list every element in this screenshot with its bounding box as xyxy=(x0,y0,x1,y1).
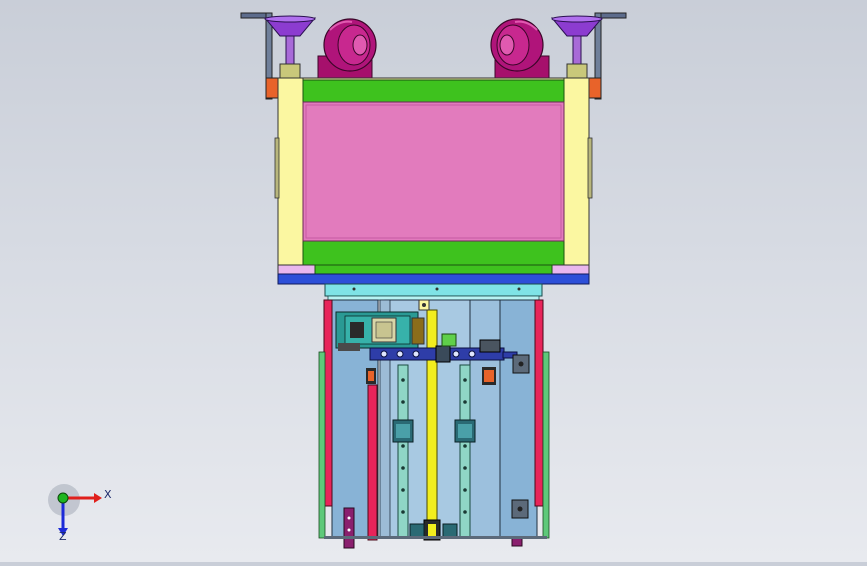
top-green-rail xyxy=(302,79,565,103)
rail-hole xyxy=(463,466,467,470)
right-caster-wheel xyxy=(490,18,550,81)
rail-hole xyxy=(401,466,405,470)
center-pink-panel xyxy=(302,101,565,242)
inner-red-bar xyxy=(367,384,378,541)
z-axis-label: Z xyxy=(59,530,67,543)
cad-viewport[interactable]: X Z xyxy=(0,0,867,562)
servo-motor xyxy=(335,311,425,351)
rail-hole xyxy=(463,400,467,404)
rail-hole xyxy=(463,510,467,514)
bottom-green-rail xyxy=(302,240,565,266)
y-axis-dot xyxy=(57,492,69,504)
right-green-strip xyxy=(542,351,550,539)
left-caster-wheel xyxy=(317,18,377,81)
right-gray-block xyxy=(511,499,529,519)
bottom-left-purple-post xyxy=(343,507,355,549)
x-axis-arrowhead xyxy=(94,493,102,503)
machine-assembly-drawing: X Z xyxy=(48,12,627,549)
rail-hole xyxy=(401,510,405,514)
lower-body-base xyxy=(324,536,547,539)
bottom-right-stub xyxy=(511,537,523,547)
cyan-mount-plate xyxy=(324,283,543,301)
rail-hole xyxy=(401,400,405,404)
left-green-strip xyxy=(318,351,326,539)
rail-hole xyxy=(401,488,405,492)
rail-hole xyxy=(463,488,467,492)
rail-hole xyxy=(401,444,405,448)
rail-hole xyxy=(401,378,405,382)
x-axis-label: X xyxy=(104,488,112,501)
right-gray-bracket xyxy=(512,354,530,374)
base-plate xyxy=(277,264,590,285)
rail-hole xyxy=(463,444,467,448)
right-red-strip xyxy=(534,299,544,507)
rail-hole xyxy=(463,378,467,382)
coordinate-triad: X Z xyxy=(48,484,112,543)
